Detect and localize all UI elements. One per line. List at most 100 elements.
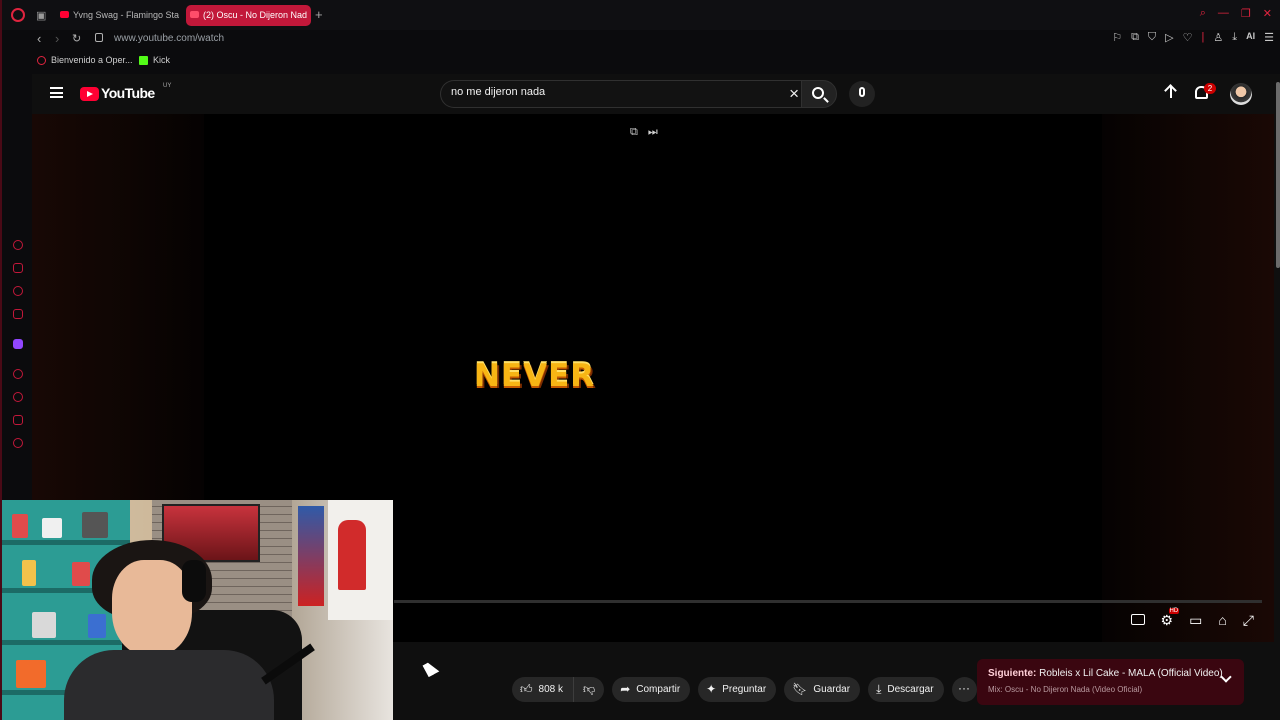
opera-logo-icon[interactable] [11,8,25,22]
up-next-title-line: Siguiente: Robleis x Lil Cake - MALA (Of… [988,668,1223,679]
voice-search-button[interactable] [849,81,875,107]
window-controls: ⌕ — ❐ ✕ [1200,7,1272,20]
webcam-poster-right [328,500,393,620]
ambient-right [1102,114,1274,642]
player-icon[interactable]: ▷ [1165,31,1173,44]
ask-button[interactable]: ✦ Preguntar [698,677,777,702]
like-button[interactable]: 👍︎ 808 k [512,677,575,702]
messenger-icon[interactable] [13,263,23,273]
youtube-play-icon [80,87,99,101]
ask-label: Preguntar [722,684,767,695]
download-label: Descargar [887,684,934,695]
url-field[interactable]: www.youtube.com/watch [114,33,224,44]
theater-mode-icon[interactable]: ▭ [1189,612,1202,629]
bookmark-page-icon[interactable]: ⚐ [1112,31,1122,44]
video-frame-text: NEVER [474,358,596,394]
address-bar: ‹ › ↻ www.youtube.com/watch ⚐ ⧉ ⛉ ▷ ♡ | … [2,30,1280,50]
save-button[interactable]: 🔖︎ Guardar [784,677,861,702]
miniplayer-popout-icon[interactable]: ⧉ [630,126,638,139]
tab-oscu-active[interactable]: (2) Oscu - No Dijeron Nad [186,5,311,26]
tab-manager-icon[interactable]: ▣ [36,9,46,22]
up-next-prefix: Siguiente: [988,668,1037,679]
adblock-shield-icon[interactable]: ⛉ [1148,31,1156,44]
settings-gear-icon[interactable]: ⚙ HD [1161,608,1180,629]
settings-icon[interactable] [13,438,23,448]
restore-icon[interactable]: ❐ [1241,7,1251,20]
dislike-button[interactable]: 👎︎ [574,677,605,702]
search-tabs-icon[interactable]: ⌕ [1200,7,1206,20]
webcam-overlay [2,500,393,720]
share-button[interactable]: ➦ Compartir [612,677,691,702]
search-box: × [440,80,801,108]
more-actions-button[interactable]: ··· [951,677,977,702]
like-dislike-group: 👍︎ 808 k 👎︎ [512,677,605,702]
download-button[interactable]: ⤓ Descargar [868,677,944,702]
hd-badge-icon: HD [1168,608,1180,614]
scrollbar-thumb[interactable] [1276,82,1280,268]
create-upload-icon[interactable] [1165,85,1177,99]
player-sidebar-icon[interactable] [13,369,23,379]
youtube-favicon-icon [60,11,69,18]
tab-flamingo[interactable]: Yvng Swag - Flamingo Sta [56,5,182,26]
minimize-icon[interactable]: — [1218,7,1229,20]
twitch-icon[interactable] [13,339,23,349]
share-label: Compartir [636,684,681,695]
share-arrow-icon: ➦ [620,682,631,696]
youtube-wordmark: YouTube [101,85,155,101]
player-bottom-controls: ⚙ HD ▭ ⌂ ⤢ [1130,608,1254,629]
notification-count-badge: 2 [1204,83,1216,94]
tab-strip: ▣ Yvng Swag - Flamingo Sta (2) Oscu - No… [2,0,1280,30]
bookmark-label: Kick [153,55,171,65]
new-tab-icon[interactable]: + [315,7,323,22]
extensions-icon[interactable] [13,415,23,425]
up-next-card[interactable]: Siguiente: Robleis x Lil Cake - MALA (Of… [977,659,1244,705]
like-count: 808 k [538,684,564,695]
subtitles-icon[interactable] [1130,614,1145,625]
instagram-icon[interactable] [13,309,23,319]
sparkle-icon: ✦ [706,682,717,696]
tab-title: (2) Oscu - No Dijeron Nad [203,10,308,20]
thumbs-down-icon: 👎︎ [583,682,596,696]
forward-icon[interactable]: › [55,31,59,46]
heart-icon[interactable]: ♡ [1183,31,1193,44]
video-actions: 👍︎ 808 k 👎︎ ➦ Compartir ✦ Preguntar 🔖︎ G… [512,677,977,702]
search-button[interactable] [801,80,837,108]
thumbs-up-icon: 👍︎ [520,682,533,696]
skip-next-icon[interactable]: ⏭ [648,126,658,139]
whatsapp-icon[interactable] [13,286,23,296]
bookmark-kick[interactable]: Kick [139,55,170,65]
webcam-person-face [112,560,192,656]
lock-icon [95,33,103,42]
opera-sidebar [2,240,32,461]
search-input[interactable] [451,86,771,98]
history-icon[interactable] [13,392,23,402]
account-avatar[interactable] [1230,83,1252,105]
fullscreen-icon[interactable]: ⤢ [1243,612,1254,629]
bookmark-opera-welcome[interactable]: Bienvenido a Oper... [37,55,133,65]
kick-favicon-icon [139,56,148,65]
menu-icon[interactable]: ☰ [1264,31,1274,44]
page-scrollbar[interactable] [1274,74,1280,720]
cast-icon[interactable]: ⌂ [1218,612,1226,629]
hamburger-menu-icon[interactable] [50,87,63,98]
aria-ai-button[interactable]: AI [1246,31,1255,44]
extensions-toolbar: ⚐ ⧉ ⛉ ▷ ♡ | ♙ ⤓ AI ☰ [1112,31,1274,44]
download-icon[interactable]: ⤓ [1232,31,1237,44]
close-window-icon[interactable]: ✕ [1263,7,1272,20]
webcam-headset [182,560,206,602]
reload-icon[interactable]: ↻ [72,32,81,45]
browser-window: ▣ Yvng Swag - Flamingo Sta (2) Oscu - No… [0,0,1280,720]
webcam-person-body [64,650,274,720]
clear-search-icon[interactable]: × [789,84,799,104]
download-arrow-icon: ⤓ [876,682,882,696]
bookmarks-bar: Bienvenido a Oper... Kick [2,52,1280,72]
wallet-icon[interactable]: ♙ [1213,31,1223,44]
progress-bar[interactable] [394,600,1262,603]
aria-icon[interactable] [13,240,23,250]
bookmark-save-icon: 🔖︎ [792,682,808,696]
more-horizontal-icon: ··· [958,681,971,695]
snapshot-icon[interactable]: ⧉ [1131,31,1139,44]
youtube-header: YouTube UY × 2 [32,74,1274,114]
up-next-subtitle: Mix: Oscu - No Dijeron Nada (Video Ofici… [988,685,1143,694]
back-icon[interactable]: ‹ [37,31,41,46]
